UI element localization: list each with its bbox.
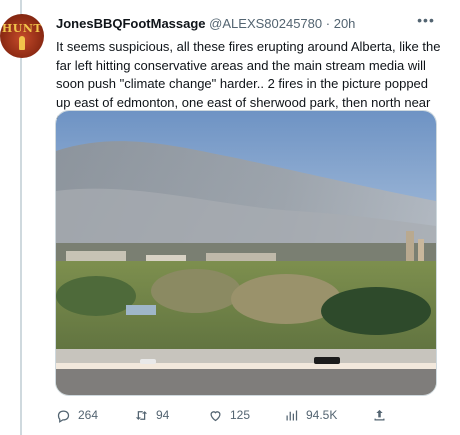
ellipsis-icon[interactable]: ••• [414, 10, 438, 30]
retweet-icon [135, 410, 148, 420]
like-count: 125 [230, 408, 251, 422]
share-button[interactable] [372, 403, 394, 427]
views-button[interactable]: 94.5K [284, 403, 337, 427]
views-chart-icon [286, 410, 298, 420]
avatar[interactable]: HUNT [0, 14, 44, 58]
retweet-count: 94 [156, 408, 170, 422]
reply-icon [57, 409, 70, 423]
thread-line [20, 0, 22, 435]
timestamp[interactable]: 20h [334, 16, 356, 31]
tweet-photo[interactable] [55, 110, 437, 396]
display-name[interactable]: JonesBBQFootMassage [56, 16, 206, 31]
avatar-logo-text: HUNT [1, 22, 43, 35]
tweet-actions: 264 94 125 94.5K [56, 403, 392, 427]
reply-button[interactable]: 264 [56, 403, 98, 427]
heart-icon [210, 410, 221, 421]
user-handle[interactable]: @ALEXS80245780 [209, 16, 322, 31]
separator-dot: · [325, 16, 331, 31]
photo-landscape-smoke [56, 111, 436, 395]
tweet-header: JonesBBQFootMassage @ALEXS80245780 · 20h [56, 16, 444, 36]
views-count: 94.5K [306, 408, 338, 422]
avatar-logo-mark [19, 36, 25, 50]
reply-count: 264 [78, 408, 99, 422]
like-button[interactable]: 125 [208, 403, 250, 427]
share-icon [374, 409, 385, 420]
retweet-button[interactable]: 94 [134, 403, 169, 427]
